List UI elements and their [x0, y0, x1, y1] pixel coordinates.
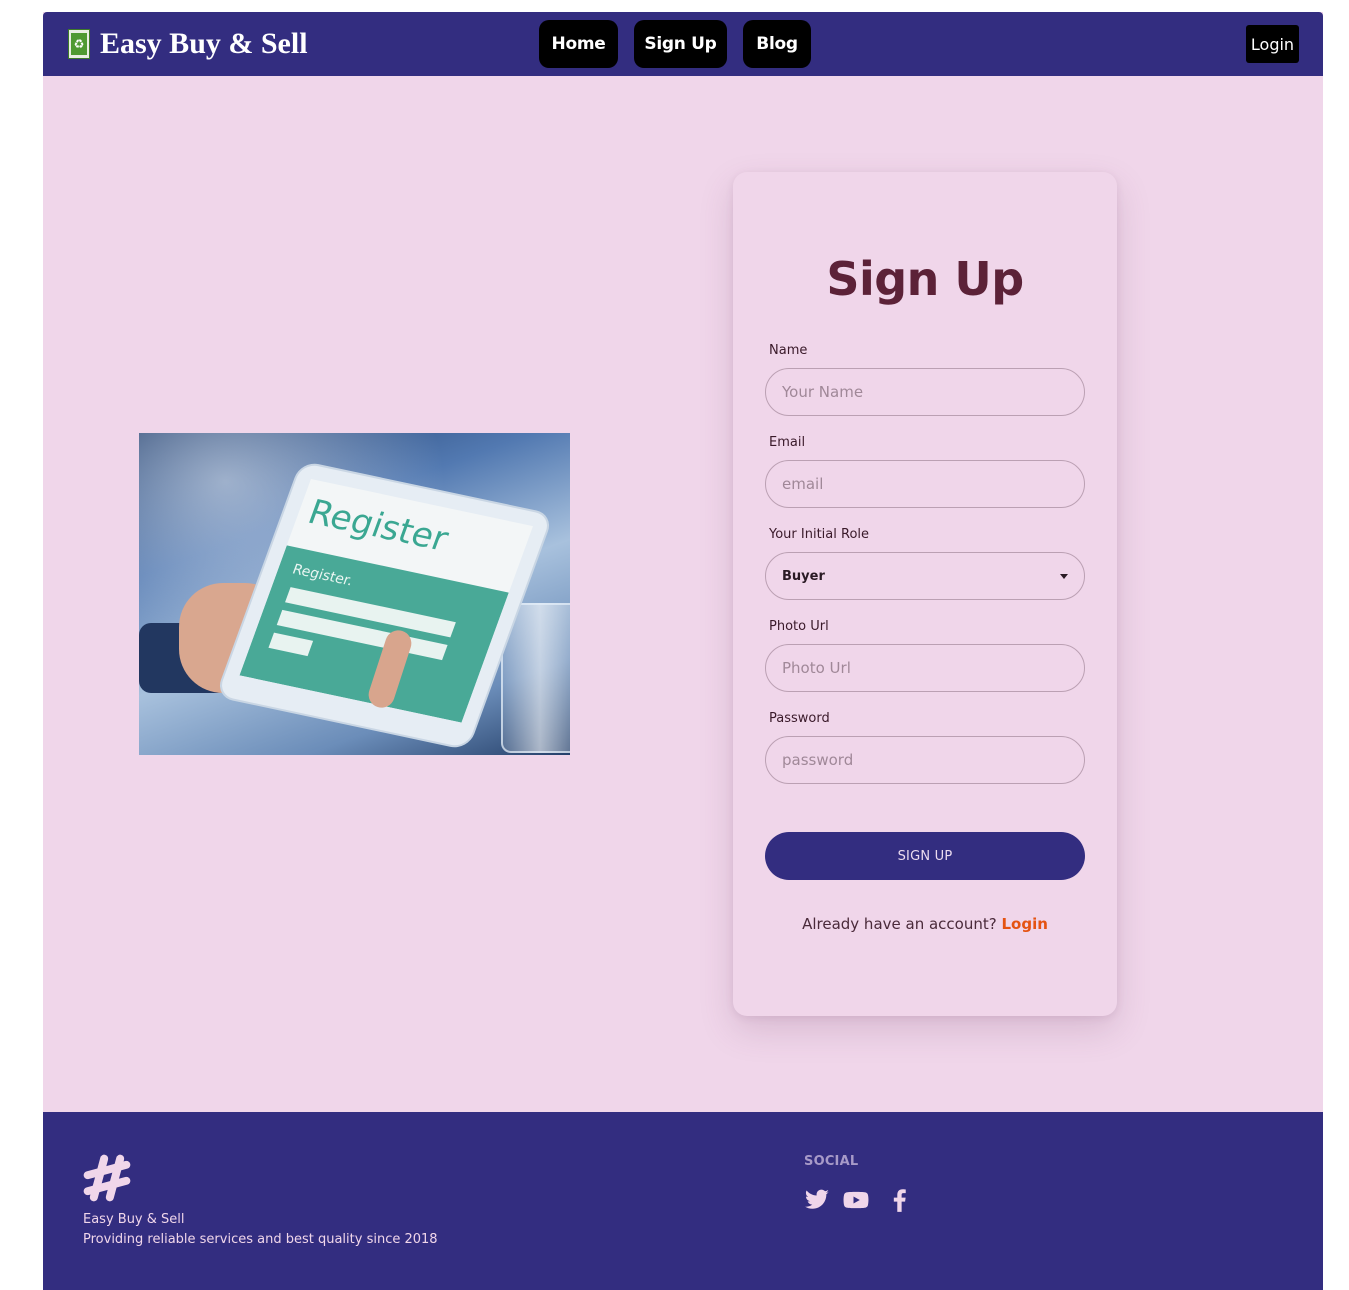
footer: Easy Buy & Sell Providing reliable servi…	[43, 1112, 1323, 1290]
signup-title: Sign Up	[826, 252, 1024, 306]
name-label: Name	[769, 343, 808, 358]
name-input[interactable]	[765, 368, 1085, 416]
social-title: SOCIAL	[804, 1154, 859, 1169]
nav-blog-button[interactable]: Blog	[743, 20, 811, 68]
login-prompt-text: Already have an account?	[802, 915, 997, 933]
hero-image: Register Register.	[139, 433, 570, 755]
photo-url-input[interactable]	[765, 644, 1085, 692]
nav-home-button[interactable]: Home	[539, 20, 618, 68]
brand[interactable]: ♻ Easy Buy & Sell	[68, 27, 308, 61]
youtube-icon[interactable]	[843, 1187, 869, 1213]
login-prompt: Already have an account? Login	[733, 915, 1117, 933]
role-label: Your Initial Role	[769, 527, 870, 542]
role-select[interactable]: Buyer	[765, 552, 1085, 600]
password-label: Password	[769, 711, 830, 726]
image-screen-button	[268, 632, 314, 657]
footer-tagline: Providing reliable services and best qua…	[83, 1232, 438, 1247]
email-label: Email	[769, 435, 806, 450]
hashtag-icon	[83, 1154, 131, 1202]
navbar: ♻ Easy Buy & Sell Home Sign Up Blog Logi…	[43, 12, 1323, 76]
image-register-text: Register	[302, 492, 454, 560]
facebook-icon[interactable]	[887, 1187, 913, 1213]
footer-company-name: Easy Buy & Sell	[83, 1212, 185, 1227]
twitter-icon[interactable]	[804, 1187, 830, 1213]
login-link[interactable]: Login	[1001, 915, 1047, 933]
page-frame: ♻ Easy Buy & Sell Home Sign Up Blog Logi…	[43, 12, 1323, 1290]
nav-signup-button[interactable]: Sign Up	[634, 20, 727, 68]
photo-url-label: Photo Url	[769, 619, 829, 634]
signup-card: Sign Up Name Email Your Initial Role Buy…	[733, 172, 1117, 1016]
email-input[interactable]	[765, 460, 1085, 508]
signup-submit-button[interactable]: SIGN UP	[765, 832, 1085, 880]
caret-down-icon	[1060, 574, 1068, 579]
role-select-value: Buyer	[782, 568, 825, 584]
brand-name: Easy Buy & Sell	[100, 27, 308, 60]
password-input[interactable]	[765, 736, 1085, 784]
recycle-icon: ♻	[68, 29, 90, 59]
nav-login-button[interactable]: Login	[1246, 25, 1299, 63]
